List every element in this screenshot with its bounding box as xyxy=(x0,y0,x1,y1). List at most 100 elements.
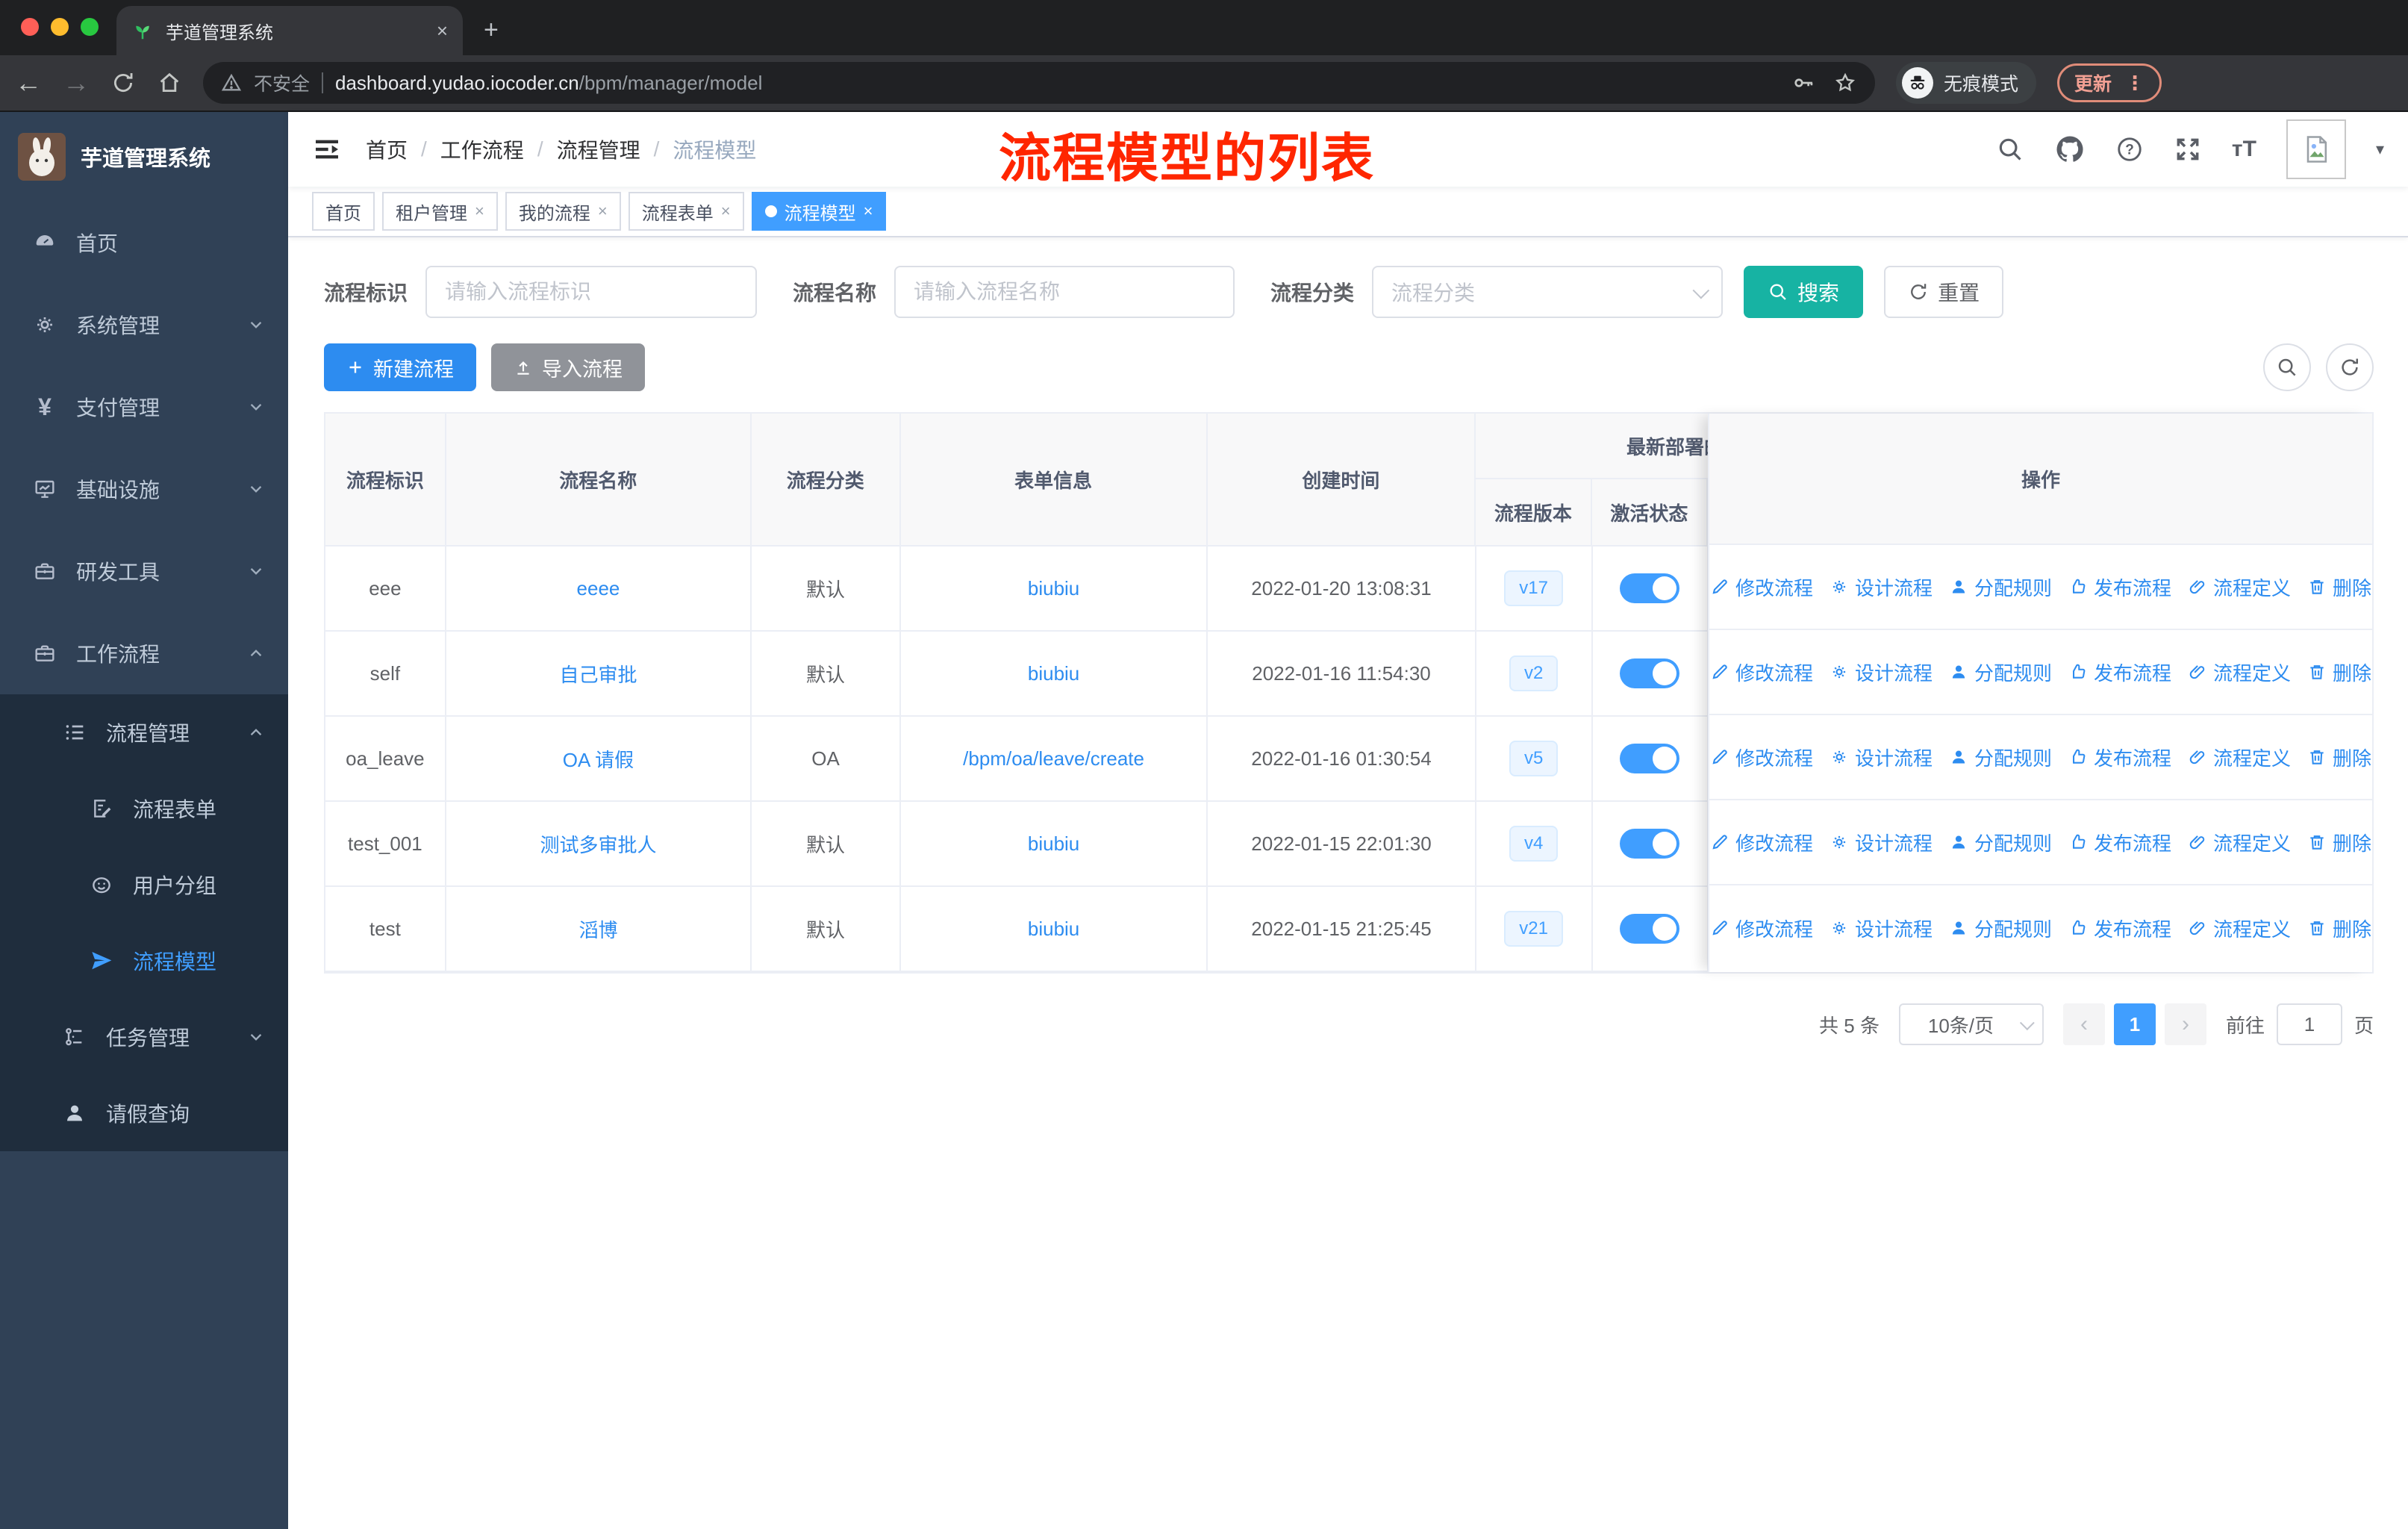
sidebar-item-leave-query[interactable]: 请假查询 xyxy=(0,1075,288,1151)
window-controls[interactable] xyxy=(21,18,99,36)
user-avatar[interactable] xyxy=(2286,119,2346,179)
edit-process-action[interactable]: 修改流程 xyxy=(1710,658,1813,686)
tag-close-icon[interactable]: × xyxy=(864,202,873,221)
prev-page-button[interactable]: ‹ xyxy=(2062,1003,2105,1045)
zoom-window-button[interactable] xyxy=(81,18,99,36)
address-bar[interactable]: 不安全 dashboard.yudao.iocoder.cn/bpm/manag… xyxy=(203,62,1875,104)
active-status-toggle[interactable] xyxy=(1620,744,1680,773)
search-icon[interactable] xyxy=(1996,135,2024,164)
delete-action[interactable]: 删除 xyxy=(2307,658,2371,686)
form-info-link[interactable]: biubiu xyxy=(1028,918,1079,941)
process-definition-action[interactable]: 流程定义 xyxy=(2188,915,2291,942)
home-icon[interactable] xyxy=(157,70,182,96)
sidebar-item-workflow[interactable]: 工作流程 xyxy=(0,612,288,694)
sidebar-item-payment[interactable]: ¥ 支付管理 xyxy=(0,366,288,448)
sidebar-logo[interactable]: 芋道管理系统 xyxy=(0,112,288,202)
bookmark-star-icon[interactable] xyxy=(1833,71,1857,95)
breadcrumb-item[interactable]: 首页 xyxy=(366,134,408,164)
page-size-select[interactable]: 10条/页 xyxy=(1898,1003,2044,1045)
form-info-link[interactable]: biubiu xyxy=(1028,577,1079,600)
security-label[interactable]: 不安全 xyxy=(254,69,310,96)
assign-rule-action[interactable]: 分配规则 xyxy=(1949,658,2052,686)
process-name-input[interactable] xyxy=(894,266,1235,318)
sidebar-item-infrastructure[interactable]: 基础设施 xyxy=(0,448,288,530)
font-size-icon[interactable]: тT xyxy=(2232,137,2256,162)
publish-process-action[interactable]: 发布流程 xyxy=(2068,915,2171,942)
edit-process-action[interactable]: 修改流程 xyxy=(1710,744,1813,771)
tag-tenant[interactable]: 租户管理 × xyxy=(382,192,498,231)
assign-rule-action[interactable]: 分配规则 xyxy=(1949,829,2052,856)
active-status-toggle[interactable] xyxy=(1620,573,1680,603)
breadcrumb-item[interactable]: 工作流程 xyxy=(440,134,524,164)
form-info-link[interactable]: /bpm/oa/leave/create xyxy=(963,747,1144,770)
assign-rule-action[interactable]: 分配规则 xyxy=(1949,744,2052,771)
browser-tab[interactable]: 芋道管理系统 × xyxy=(116,6,463,55)
sidebar-item-process-form[interactable]: 流程表单 xyxy=(0,770,288,847)
form-info-link[interactable]: biubiu xyxy=(1028,832,1079,856)
browser-menu-icon[interactable]: ⋮ xyxy=(2125,72,2145,95)
form-info-link[interactable]: biubiu xyxy=(1028,662,1079,685)
process-definition-action[interactable]: 流程定义 xyxy=(2188,573,2291,601)
tag-home[interactable]: 首页 xyxy=(312,192,375,231)
version-badge[interactable]: v17 xyxy=(1504,570,1563,606)
sidebar-item-task-management[interactable]: 任务管理 xyxy=(0,999,288,1075)
process-name-link[interactable]: eeee xyxy=(577,577,620,600)
edit-process-action[interactable]: 修改流程 xyxy=(1710,573,1813,601)
sidebar-item-dev-tools[interactable]: 研发工具 xyxy=(0,530,288,612)
github-icon[interactable] xyxy=(2054,134,2086,165)
design-process-action[interactable]: 设计流程 xyxy=(1830,744,1933,771)
sidebar-item-user-group[interactable]: 用户分组 xyxy=(0,847,288,923)
design-process-action[interactable]: 设计流程 xyxy=(1830,829,1933,856)
delete-action[interactable]: 删除 xyxy=(2307,744,2371,771)
import-process-button[interactable]: 导入流程 xyxy=(491,343,645,391)
process-name-link[interactable]: OA 请假 xyxy=(563,745,634,773)
version-badge[interactable]: v2 xyxy=(1509,655,1559,691)
reload-icon[interactable] xyxy=(110,70,136,96)
active-status-toggle[interactable] xyxy=(1620,829,1680,859)
assign-rule-action[interactable]: 分配规则 xyxy=(1949,573,2052,601)
fullscreen-icon[interactable] xyxy=(2174,135,2202,164)
password-key-icon[interactable] xyxy=(1791,71,1815,95)
sidebar-item-home[interactable]: 首页 xyxy=(0,202,288,284)
publish-process-action[interactable]: 发布流程 xyxy=(2068,829,2171,856)
current-page-button[interactable]: 1 xyxy=(2113,1003,2156,1045)
process-name-link[interactable]: 测试多审批人 xyxy=(540,830,656,858)
next-page-button[interactable]: › xyxy=(2164,1003,2206,1045)
tag-close-icon[interactable]: × xyxy=(598,202,608,221)
process-definition-action[interactable]: 流程定义 xyxy=(2188,658,2291,686)
sidebar-item-process-management[interactable]: 流程管理 xyxy=(0,694,288,770)
process-name-link[interactable]: 滔博 xyxy=(578,915,617,943)
delete-action[interactable]: 删除 xyxy=(2307,915,2371,942)
publish-process-action[interactable]: 发布流程 xyxy=(2068,573,2171,601)
version-badge[interactable]: v4 xyxy=(1509,826,1559,862)
delete-action[interactable]: 删除 xyxy=(2307,829,2371,856)
active-status-toggle[interactable] xyxy=(1620,914,1680,944)
active-status-toggle[interactable] xyxy=(1620,658,1680,688)
process-definition-action[interactable]: 流程定义 xyxy=(2188,829,2291,856)
version-badge[interactable]: v21 xyxy=(1504,911,1563,947)
version-badge[interactable]: v5 xyxy=(1509,741,1559,776)
close-window-button[interactable] xyxy=(21,18,39,36)
publish-process-action[interactable]: 发布流程 xyxy=(2068,744,2171,771)
tag-process-model[interactable]: 流程模型 × xyxy=(751,192,887,231)
search-button[interactable]: 搜索 xyxy=(1744,266,1864,318)
avatar-caret-icon[interactable]: ▾ xyxy=(2376,140,2384,159)
category-select[interactable]: 流程分类 xyxy=(1372,266,1724,318)
edit-process-action[interactable]: 修改流程 xyxy=(1710,915,1813,942)
tab-close-icon[interactable]: × xyxy=(437,19,448,43)
new-tab-button[interactable]: + xyxy=(484,16,499,45)
publish-process-action[interactable]: 发布流程 xyxy=(2068,658,2171,686)
back-icon[interactable]: ← xyxy=(15,69,42,96)
design-process-action[interactable]: 设计流程 xyxy=(1830,658,1933,686)
design-process-action[interactable]: 设计流程 xyxy=(1830,573,1933,601)
create-process-button[interactable]: 新建流程 xyxy=(324,343,476,391)
tag-process-form[interactable]: 流程表单 × xyxy=(628,192,744,231)
sidebar-item-system[interactable]: 系统管理 xyxy=(0,284,288,366)
assign-rule-action[interactable]: 分配规则 xyxy=(1949,915,2052,942)
breadcrumb-item[interactable]: 流程管理 xyxy=(557,134,640,164)
tag-close-icon[interactable]: × xyxy=(721,202,731,221)
show-search-toggle-button[interactable] xyxy=(2263,343,2311,391)
browser-update-button[interactable]: 更新 ⋮ xyxy=(2057,63,2162,102)
collapse-sidebar-icon[interactable] xyxy=(312,134,342,164)
process-name-link[interactable]: 自己审批 xyxy=(559,660,637,688)
